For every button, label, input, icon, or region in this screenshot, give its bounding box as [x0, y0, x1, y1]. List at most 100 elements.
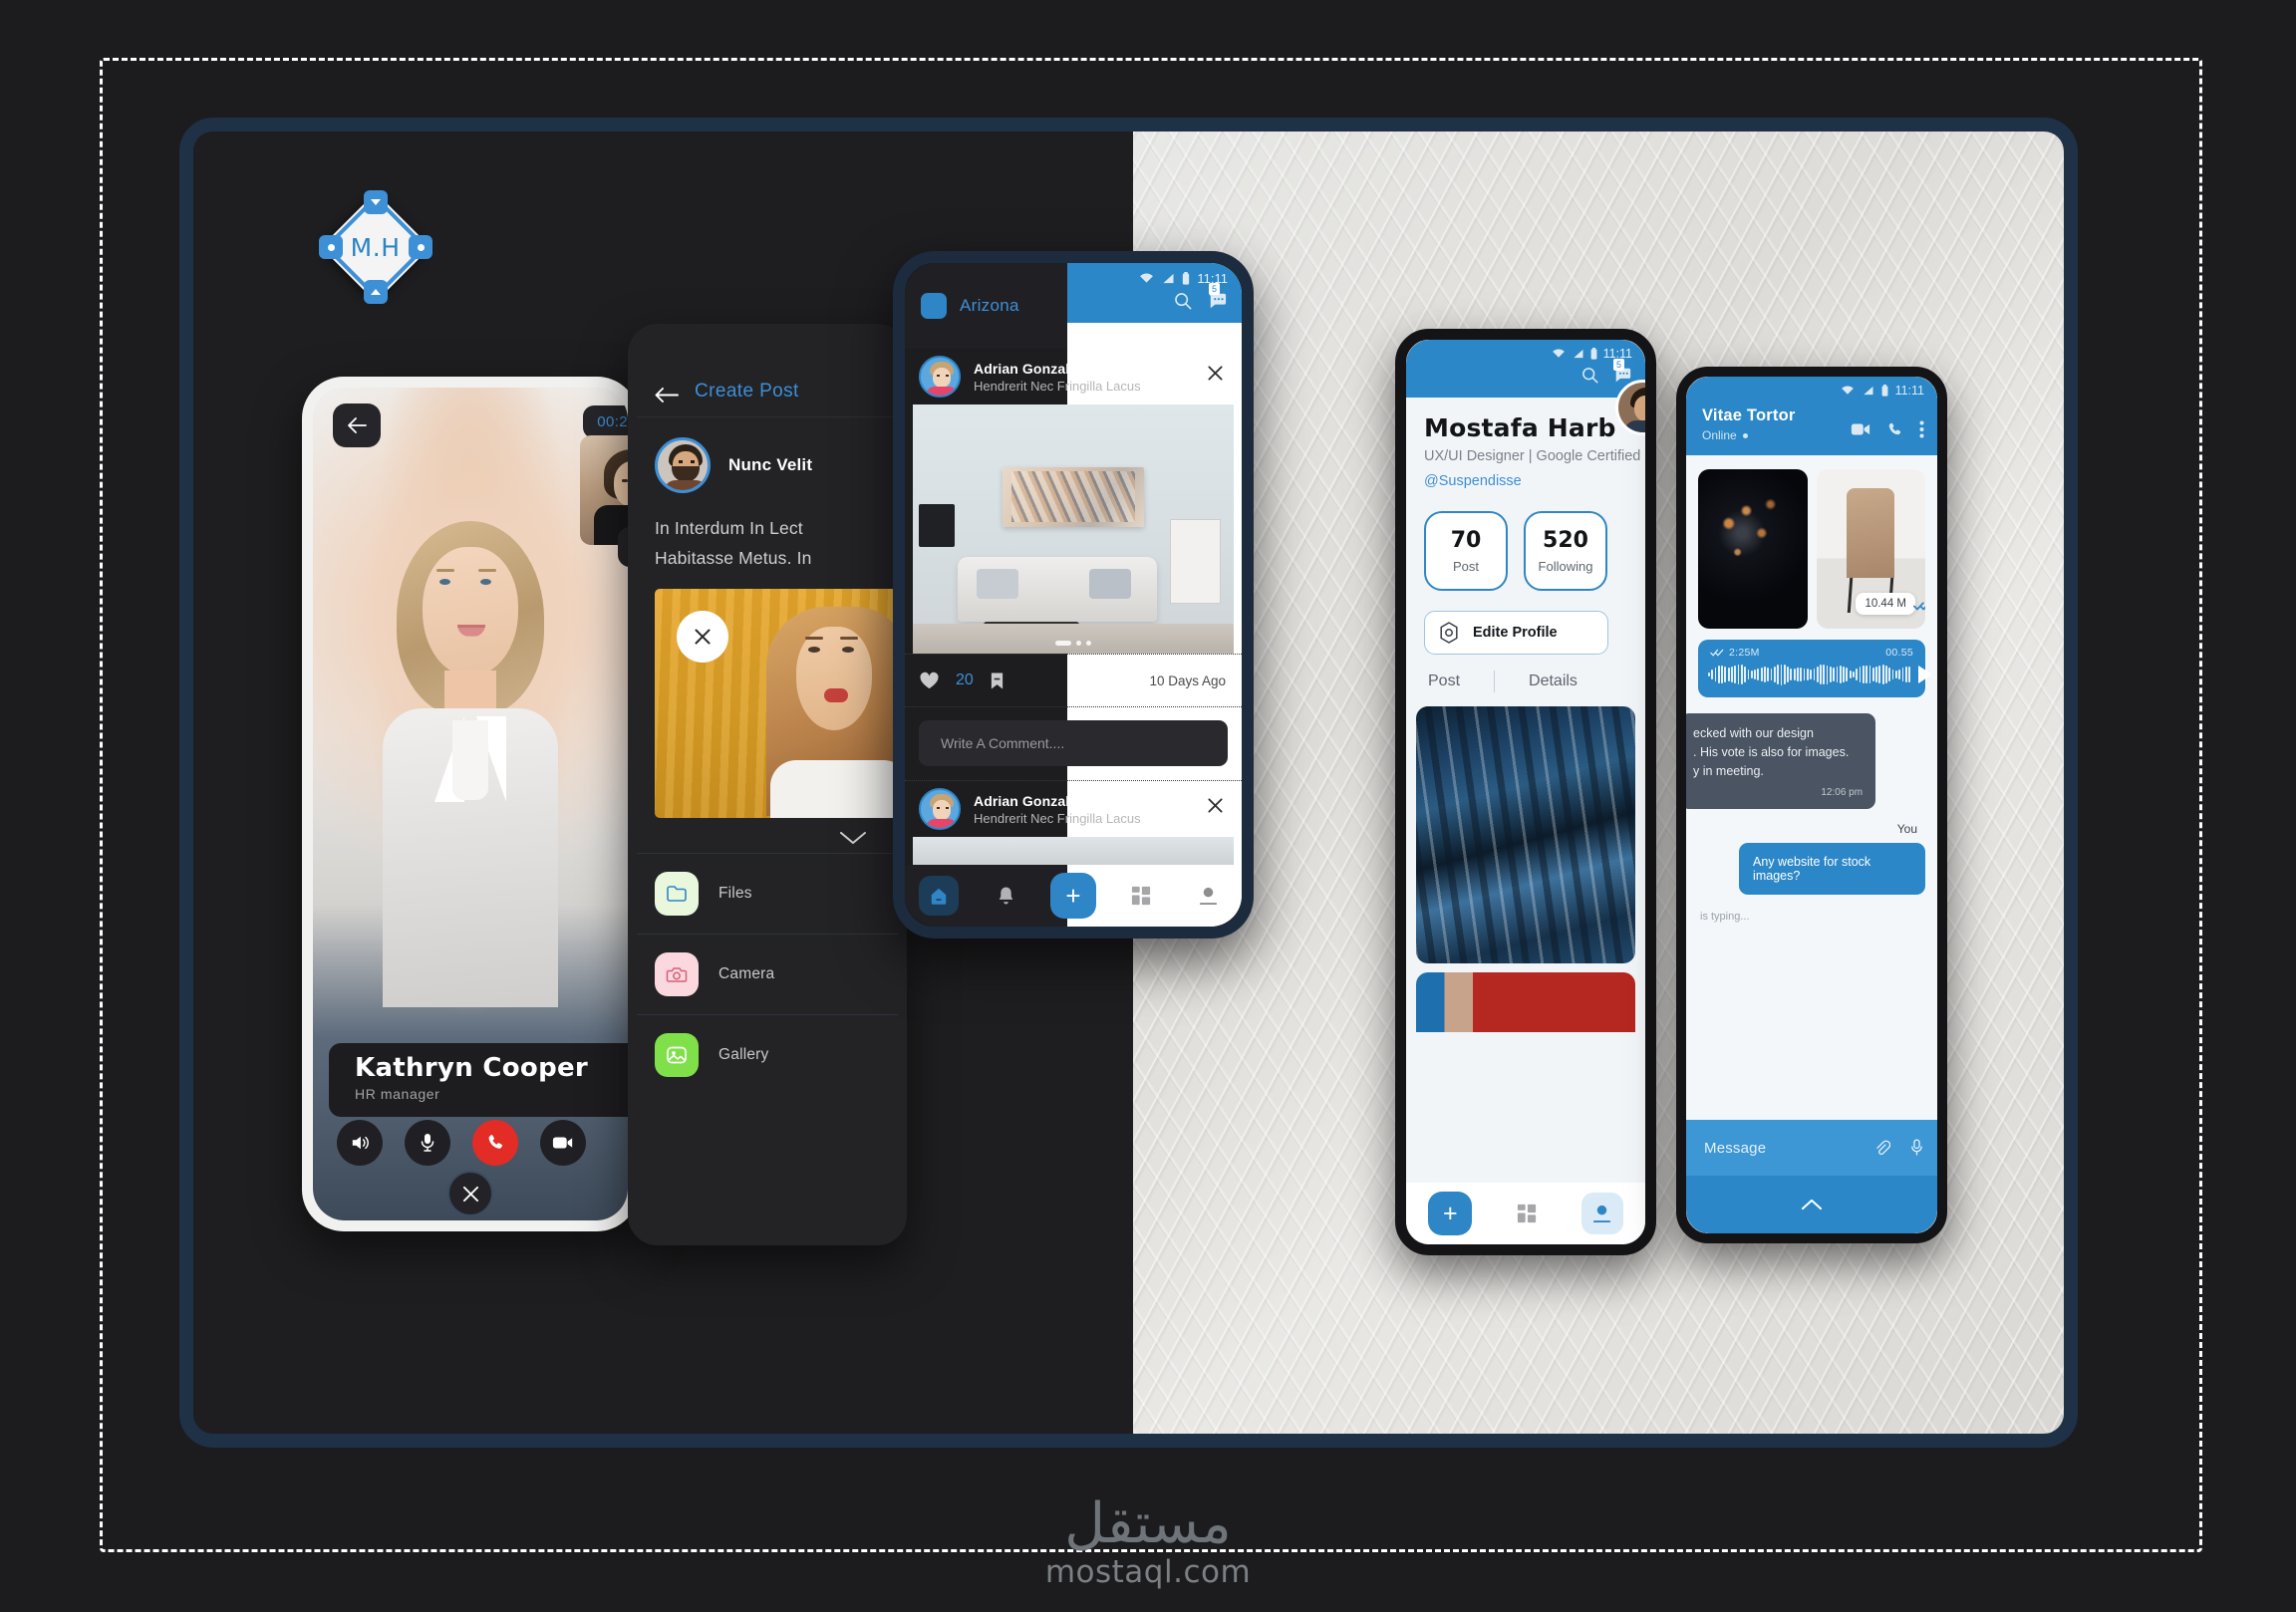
wifi-icon: [1140, 273, 1154, 283]
close-call-button[interactable]: [447, 1171, 493, 1216]
heart-icon[interactable]: [919, 672, 940, 690]
video-camera-button[interactable]: [540, 1120, 586, 1166]
dismiss-post-button[interactable]: [1207, 365, 1224, 382]
nav-item-grid[interactable]: [1517, 1204, 1537, 1223]
chat-image[interactable]: [1698, 469, 1808, 629]
folder-icon: [655, 872, 699, 917]
phone-create-post: Create Post Nunc Velit In Interdum In Le…: [628, 324, 907, 1245]
caller-info-card: Kathryn Cooper HR manager: [329, 1043, 628, 1117]
outgoing-sender-label: You: [1896, 822, 1917, 837]
waveform-bar: [1787, 666, 1789, 683]
watermark-arabic: مستقل: [1064, 1491, 1232, 1556]
attach-option-camera[interactable]: Camera: [637, 934, 898, 1014]
waveform-bar: [1724, 666, 1727, 683]
video-camera-icon[interactable]: [1851, 422, 1870, 436]
search-icon[interactable]: [1581, 367, 1598, 384]
nav-item-profile[interactable]: [1174, 886, 1242, 906]
chat-message-list: 10.44 M 2:25M 00.55 ecked with our desig…: [1686, 455, 1937, 923]
call-timer: 00:2: [583, 405, 628, 438]
message-input-bar[interactable]: Message: [1686, 1120, 1937, 1176]
nav-item-add[interactable]: +: [1039, 873, 1107, 919]
post-subtitle: Hendrerit Nec Fringilla Lacus: [974, 378, 1141, 394]
waveform-bar: [1839, 666, 1842, 683]
back-button[interactable]: [333, 403, 381, 447]
chat-icon[interactable]: 5: [1612, 359, 1632, 384]
dismiss-post-button[interactable]: [1207, 797, 1224, 814]
search-icon[interactable]: [1174, 292, 1192, 310]
app-logo-icon: [921, 293, 947, 319]
phone-social-feed: 11:11 5 Arizona Adrian Gonzale Hendrerit…: [893, 251, 1254, 939]
status-bar: 11:11 5: [1067, 263, 1242, 323]
post-image[interactable]: [913, 404, 1234, 654]
attachment-icon[interactable]: [1873, 1140, 1890, 1157]
stat-following[interactable]: 520 Following: [1524, 511, 1607, 592]
waveform-bar: [1810, 670, 1812, 679]
waveform-bar: [1777, 665, 1780, 684]
grid-icon: [1517, 1204, 1537, 1223]
voice-waveform[interactable]: [1708, 662, 1910, 687]
waveform-bar: [1894, 671, 1897, 678]
profile-post-image[interactable]: [1416, 972, 1635, 1033]
post-body-text[interactable]: In Interdum In Lect Habitasse Metus. In: [637, 493, 898, 589]
collapse-sheet-button[interactable]: [637, 818, 898, 853]
tab-details[interactable]: Details: [1529, 672, 1578, 690]
post-subtitle: Hendrerit Nec Fringilla Lacus: [974, 810, 1141, 826]
phone-icon[interactable]: [1886, 421, 1903, 438]
comment-placeholder: Write A Comment....: [941, 735, 1065, 751]
profile-post-image[interactable]: [1416, 706, 1635, 964]
waveform-bar: [1846, 668, 1849, 681]
waveform-bar: [1813, 669, 1816, 680]
post-action-row: 20 10 Days Ago: [905, 654, 1242, 707]
back-button[interactable]: [655, 388, 679, 403]
waveform-bar: [1888, 667, 1891, 682]
remove-photo-button[interactable]: [677, 611, 728, 664]
waveform-bar: [1773, 666, 1776, 683]
attached-photo[interactable]: [655, 589, 898, 819]
profile-handle: @Suspendisse: [1424, 473, 1522, 490]
nav-item-add[interactable]: +: [1428, 1192, 1473, 1235]
double-check-icon: [1913, 601, 1925, 611]
logo-handle-bottom-icon: [364, 280, 388, 304]
waveform-bar: [1862, 665, 1865, 684]
attach-option-files[interactable]: Files: [637, 853, 898, 934]
avatar[interactable]: [919, 356, 961, 398]
microphone-icon: [421, 1134, 434, 1152]
nav-item-notifications[interactable]: [973, 886, 1040, 907]
microphone-button[interactable]: [405, 1120, 450, 1166]
waveform-bar: [1875, 667, 1877, 682]
tab-separator: [1494, 671, 1496, 693]
microphone-icon[interactable]: [1910, 1139, 1923, 1157]
hangup-button[interactable]: [472, 1120, 518, 1166]
waveform-bar: [1878, 665, 1881, 684]
video-call-screen: 00:2 Kathryn Cooper HR manager: [313, 388, 628, 1220]
typing-indicator: is typing...: [1700, 911, 1750, 924]
nav-item-profile[interactable]: [1580, 1193, 1623, 1234]
waveform-bar: [1868, 666, 1871, 683]
nav-item-grid[interactable]: [1107, 886, 1175, 906]
waveform-bar: [1790, 669, 1793, 680]
watermark-latin: mostaql.com: [1044, 1554, 1252, 1590]
more-vertical-icon[interactable]: [1919, 420, 1924, 438]
play-icon[interactable]: [1917, 666, 1932, 683]
tab-post[interactable]: Post: [1428, 672, 1460, 690]
waveform-bar: [1800, 668, 1803, 681]
stat-post[interactable]: 70 Post: [1424, 511, 1508, 592]
waveform-bar: [1750, 670, 1753, 679]
waveform-bar: [1797, 668, 1799, 681]
camera-flip-button[interactable]: [618, 527, 628, 567]
voice-message[interactable]: 2:25M 00.55: [1698, 640, 1932, 697]
bookmark-icon[interactable]: [990, 672, 1004, 690]
chat-icon[interactable]: 5: [1208, 283, 1228, 310]
chevron-up-icon[interactable]: [1792, 1185, 1832, 1224]
speaker-button[interactable]: [337, 1120, 383, 1166]
attach-option-gallery[interactable]: Gallery: [637, 1014, 898, 1095]
battery-icon: [1183, 272, 1190, 285]
double-check-icon: [1710, 649, 1724, 657]
edit-profile-button[interactable]: Edite Profile: [1424, 611, 1608, 656]
call-self-video-preview[interactable]: [580, 435, 628, 545]
nav-item-home[interactable]: [905, 876, 973, 916]
chat-image[interactable]: 10.44 M: [1816, 469, 1925, 629]
comment-input[interactable]: Write A Comment....: [919, 720, 1228, 766]
avatar[interactable]: [919, 788, 961, 830]
image-carousel-dots[interactable]: [1055, 641, 1091, 646]
